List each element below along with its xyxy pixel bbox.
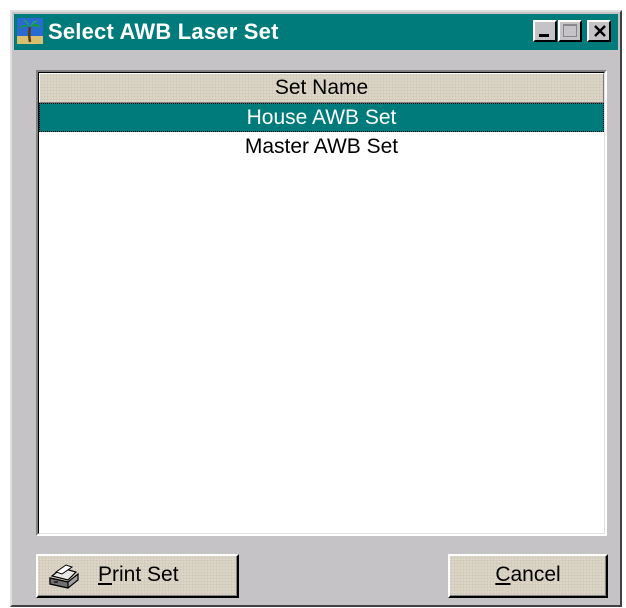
list-item[interactable]: Master AWB Set <box>39 132 604 161</box>
close-icon <box>594 25 606 37</box>
set-list-inner: Set Name House AWB Set Master AWB Set <box>38 72 605 534</box>
title-bar[interactable]: Select AWB Laser Set <box>14 14 618 50</box>
column-header-set-name[interactable]: Set Name <box>39 73 604 103</box>
maximize-icon <box>563 24 577 37</box>
set-list-rows: House AWB Set Master AWB Set <box>39 103 604 161</box>
minimize-icon <box>539 34 549 37</box>
print-set-label: Print Set <box>98 563 179 586</box>
palm-tree-icon <box>17 18 43 44</box>
cancel-label: Cancel <box>495 563 561 586</box>
print-set-button[interactable]: Print Set <box>36 554 239 598</box>
printer-icon <box>49 564 79 589</box>
dialog-window: Select AWB Laser Set Set Name House AWB … <box>10 10 622 607</box>
set-list[interactable]: Set Name House AWB Set Master AWB Set <box>36 70 607 536</box>
window-title: Select AWB Laser Set <box>48 19 279 44</box>
list-item[interactable]: House AWB Set <box>39 103 604 132</box>
cancel-button[interactable]: Cancel <box>448 554 608 598</box>
minimize-button[interactable] <box>533 20 557 42</box>
maximize-button[interactable] <box>558 20 582 42</box>
close-button[interactable] <box>587 20 611 42</box>
